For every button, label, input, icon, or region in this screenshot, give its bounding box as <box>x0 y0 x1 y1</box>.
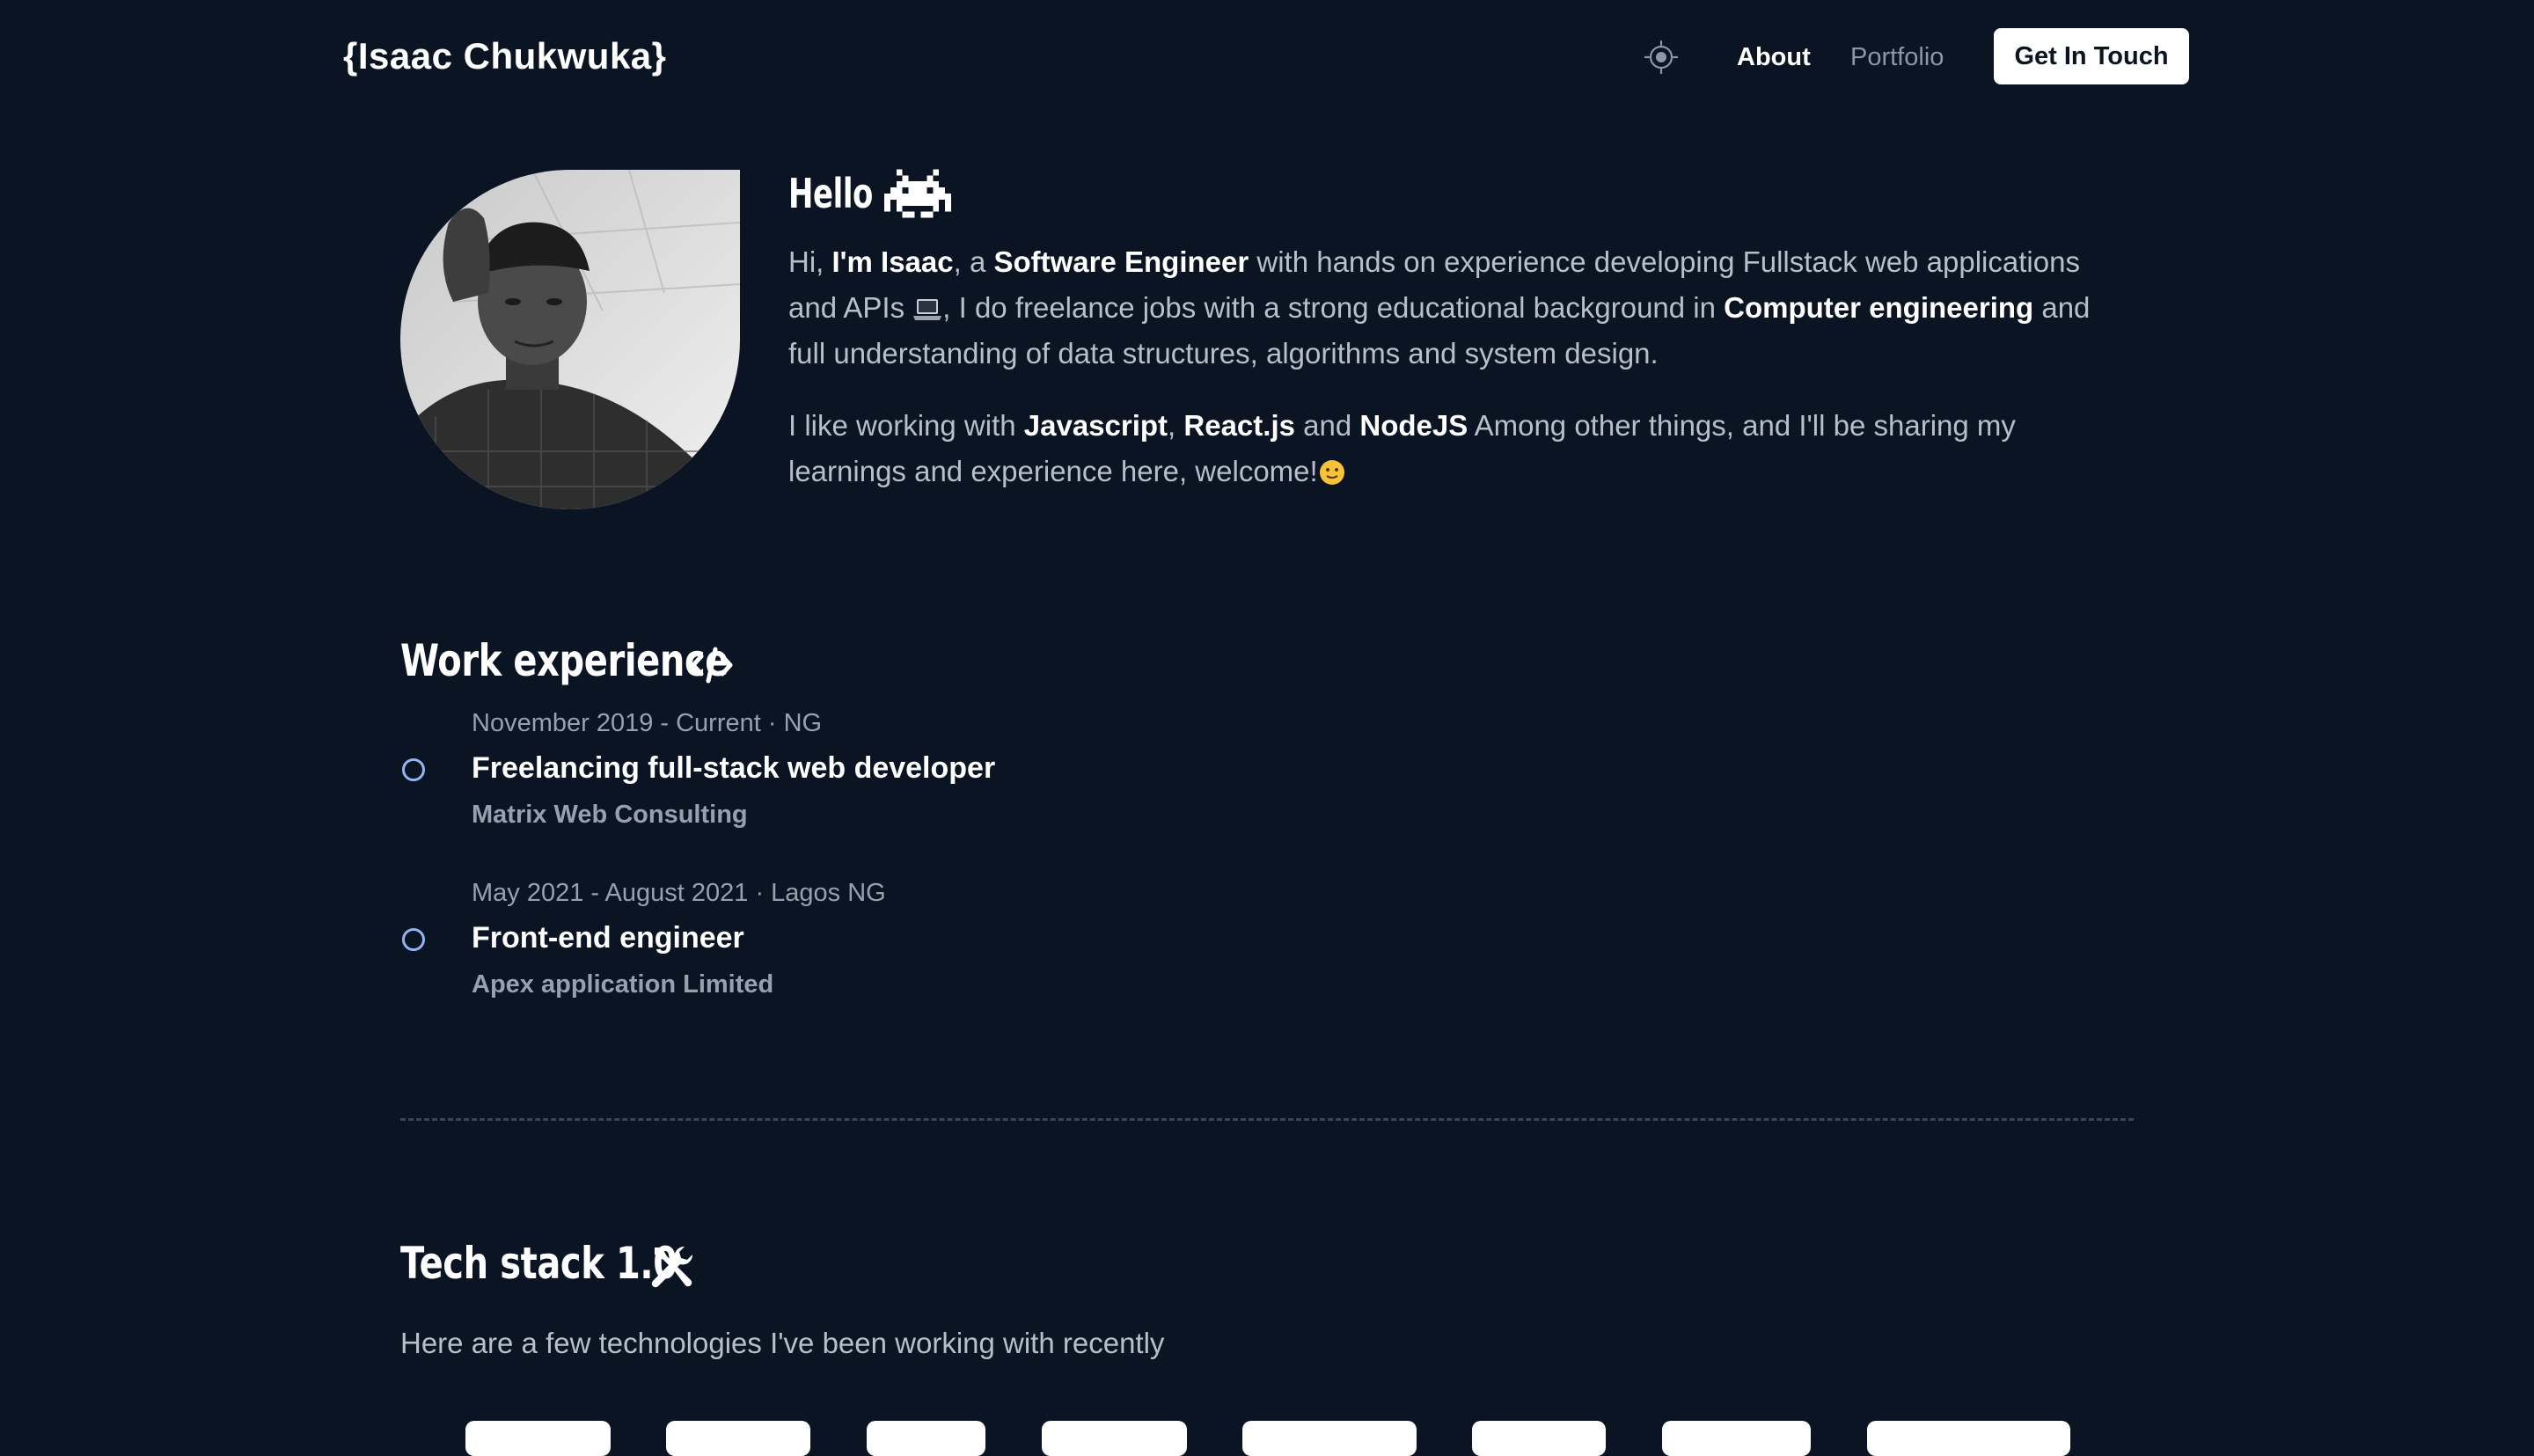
tech-stack-card[interactable] <box>465 1421 611 1456</box>
timeline-dot <box>402 758 425 781</box>
tech-stack-title: Tech stack 1.0 <box>400 1238 677 1289</box>
tech-stack-card[interactable] <box>1242 1421 1417 1456</box>
timeline-dot <box>402 928 425 951</box>
intro-text: , a <box>953 245 994 278</box>
nav-link-about[interactable]: About <box>1737 43 1811 72</box>
smile-icon <box>1319 460 1344 485</box>
skill-nodejs: NodeJS <box>1359 409 1468 442</box>
tech-stack-card[interactable] <box>1867 1421 2070 1456</box>
page-title: Hello <box>788 170 873 217</box>
intro-bio: Hi, I'm Isaac, a Software Engineer with … <box>788 239 2135 521</box>
intro-text: , I do freelance jobs with a strong educ… <box>942 291 1725 324</box>
tech-stack-card[interactable] <box>1042 1421 1187 1456</box>
intro-paragraph-1: Hi, I'm Isaac, a Software Engineer with … <box>788 239 2135 377</box>
intro-highlight-education: Computer engineering <box>1724 291 2034 324</box>
tech-stack-card[interactable] <box>666 1421 810 1456</box>
site-header: {Isaac Chukwuka} About Portfolio Get In … <box>0 0 2534 114</box>
intro-highlight-name: I'm Isaac <box>831 245 954 278</box>
work-item-company: Matrix Web Consulting <box>472 801 748 829</box>
skill-react: React.js <box>1183 409 1295 442</box>
laptop-icon <box>913 299 942 320</box>
brand-logo[interactable]: {Isaac Chukwuka} <box>343 35 667 77</box>
section-divider <box>400 1118 2134 1121</box>
work-item-role: Freelancing full-stack web developer <box>472 751 996 785</box>
profile-avatar <box>400 170 740 509</box>
work-experience-title: Work experience <box>400 635 729 686</box>
intro-paragraph-2: I like working with Javascript, React.js… <box>788 403 2135 494</box>
theme-toggle-button[interactable] <box>1644 40 1679 75</box>
intro-text: I like working with <box>788 409 1024 442</box>
work-item-company: Apex application Limited <box>472 970 774 999</box>
tools-icon <box>651 1246 693 1288</box>
tech-stack-subtitle: Here are a few technologies I've been wo… <box>400 1327 1165 1359</box>
work-item-meta: November 2019 - Current · NG <box>472 709 823 737</box>
intro-text: and <box>1294 409 1360 442</box>
work-item-meta: May 2021 - August 2021 · Lagos NG <box>472 879 886 907</box>
code-icon <box>691 647 733 684</box>
work-item-role: Front-end engineer <box>472 921 744 955</box>
intro-text: Hi, <box>788 245 832 278</box>
intro-text: , <box>1168 409 1184 442</box>
space-invader-icon <box>884 169 951 218</box>
skill-javascript: Javascript <box>1023 409 1168 442</box>
get-in-touch-button[interactable]: Get In Touch <box>1994 28 2189 84</box>
tech-stack-card[interactable] <box>1472 1421 1606 1456</box>
tech-stack-card[interactable] <box>867 1421 985 1456</box>
nav-link-portfolio[interactable]: Portfolio <box>1850 43 1944 72</box>
tech-stack-card[interactable] <box>1662 1421 1811 1456</box>
sun-icon <box>1644 40 1679 75</box>
hello-heading: Hello <box>788 167 951 220</box>
intro-highlight-role: Software Engineer <box>993 245 1249 278</box>
